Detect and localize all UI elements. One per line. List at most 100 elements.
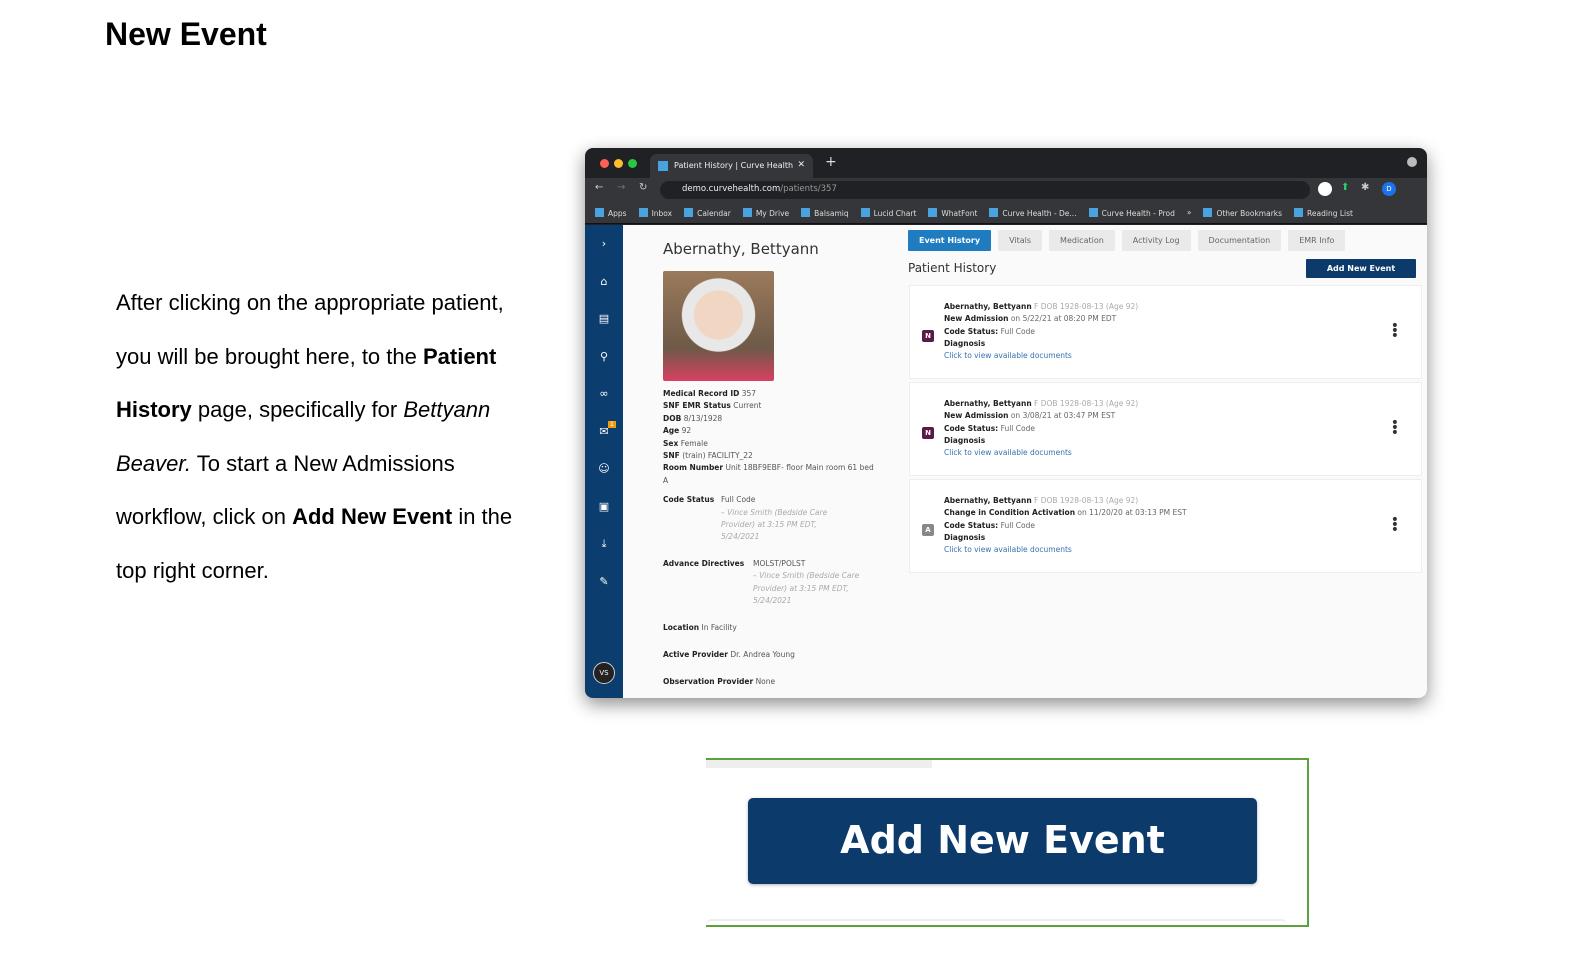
url-input[interactable]: demo.curvehealth.com/patients/357 — [660, 181, 1310, 199]
text-bold: Add New Event — [292, 504, 453, 530]
view-documents-link[interactable]: Click to view available documents — [944, 545, 1072, 554]
field-label: Observation Provider — [663, 677, 754, 687]
event-time: on 11/20/20 at 03:13 PM EST — [1077, 508, 1187, 518]
field-value: In Facility — [701, 622, 737, 632]
download-icon[interactable]: ⤓ — [585, 537, 623, 551]
reload-icon[interactable]: ↻ — [639, 182, 647, 193]
tab-event-history[interactable]: Event History — [908, 230, 992, 251]
field-label: SNF EMR Status — [663, 401, 731, 411]
patient-meta: F DOB 1928-08-13 (Age 92) — [1034, 399, 1139, 408]
more-options-icon[interactable]: • • • — [1391, 319, 1399, 343]
code-status-value: Full Code — [1000, 423, 1035, 433]
patient-field: Room Number Unit 18BF9EBF- floor Main ro… — [663, 462, 878, 487]
field-value: (train) FACILITY_22 — [682, 451, 753, 461]
divider — [706, 919, 1287, 925]
browser-tab[interactable]: Patient History | Curve Health ✕ — [650, 154, 813, 178]
favicon-icon — [658, 161, 668, 171]
home-icon[interactable]: ⌂ — [585, 275, 623, 288]
new-tab-icon[interactable]: + — [825, 154, 837, 170]
chevron-right-icon[interactable]: › — [585, 237, 623, 250]
event-card: N Abernathy, Bettyann F DOB 1928-08-13 (A… — [909, 382, 1422, 476]
tab-documentation[interactable]: Documentation — [1197, 230, 1282, 251]
user-avatar[interactable]: VS — [593, 662, 615, 684]
field-value: 357 — [741, 389, 757, 398]
bookmark-icon — [684, 207, 694, 217]
bookmark[interactable]: Balsamiq — [801, 207, 849, 218]
bookmark-label: Apps — [608, 208, 627, 218]
diagnosis-label: Diagnosis — [944, 532, 986, 542]
patient-name: Abernathy, Bettyann — [944, 302, 1032, 311]
bookmark[interactable]: Inbox — [638, 207, 673, 218]
patient-name: Abernathy, Bettyann — [944, 496, 1032, 505]
bookmark-icon — [742, 207, 752, 217]
back-icon[interactable]: ← — [595, 182, 603, 193]
calendar-icon[interactable]: ▣ — [585, 500, 623, 513]
patient-field: Age 92 — [663, 425, 878, 437]
bookmark[interactable]: Curve Health - De... — [989, 207, 1077, 218]
bookmark[interactable]: Curve Health - Prod — [1088, 207, 1175, 218]
field-note: – Vince Smith (Bedside Care Provider) at… — [753, 571, 860, 606]
event-type: Change in Condition Activation — [944, 508, 1076, 518]
bookmark[interactable]: » — [1187, 208, 1192, 217]
field-value: Female — [680, 438, 708, 448]
patient-field: SNF EMR Status Current — [663, 400, 878, 412]
divider — [706, 760, 932, 768]
bookmark-icon — [1294, 207, 1304, 217]
event-time: on 3/08/21 at 03:47 PM EST — [1010, 411, 1116, 421]
bookmark-icon — [801, 207, 811, 217]
bookmark-label: Curve Health - Prod — [1101, 208, 1175, 218]
tab-list: Event History Vitals Medication Activity Lo… — [908, 230, 1346, 251]
link-icon[interactable]: ∞ — [585, 387, 623, 400]
bookmark-label: Balsamiq — [814, 208, 849, 218]
menu-icon[interactable] — [1407, 157, 1417, 167]
view-documents-link[interactable]: Click to view available documents — [944, 351, 1072, 360]
instructions-paragraph: After clicking on the appropriate patien… — [116, 276, 536, 598]
event-type-badge: N — [922, 427, 934, 439]
bookmark-icon — [989, 207, 999, 217]
address-bar: ← → ↻ demo.curvehealth.com/patients/357 … — [585, 178, 1427, 202]
search-icon[interactable]: ⚲ — [585, 350, 623, 363]
add-new-event-button[interactable]: Add New Event — [1306, 259, 1416, 278]
more-options-icon[interactable]: • • • — [1391, 513, 1399, 537]
forward-icon[interactable]: → — [617, 182, 625, 193]
tab-bar: Patient History | Curve Health ✕ + — [585, 148, 1427, 178]
mail-icon[interactable]: ✉ 1 — [585, 420, 623, 438]
field-note: – Vince Smith (Bedside Care Provider) at… — [721, 507, 828, 542]
pin-icon[interactable]: ⬆ — [1341, 182, 1349, 193]
field-label: DOB — [663, 413, 682, 423]
bookmark[interactable]: Calendar — [684, 207, 731, 218]
code-status-label: Code Status: — [944, 520, 999, 530]
field-label: Medical Record ID — [663, 389, 740, 398]
bookmark[interactable]: Reading List — [1294, 207, 1353, 218]
url-path: /patients/357 — [780, 184, 837, 194]
tab-title: Patient History | Curve Health — [674, 161, 794, 170]
bookmark[interactable]: Apps — [595, 207, 627, 218]
bookmarks-bar: Apps Inbox Calendar My Drive Balsamiq Lucid C… — [585, 202, 1427, 224]
puzzle-icon[interactable]: ✱ — [1361, 182, 1369, 193]
bookmark[interactable]: Other Bookmarks — [1203, 207, 1282, 218]
tab-activity-log[interactable]: Activity Log — [1121, 230, 1191, 251]
field-label: Sex — [663, 438, 679, 448]
browser-screenshot: Patient History | Curve Health ✕ + ← → ↻ … — [585, 148, 1427, 698]
users-icon[interactable]: ☺ — [585, 462, 623, 475]
bookmark[interactable]: My Drive — [742, 207, 789, 218]
patient-name: Abernathy, Bettyann — [944, 399, 1032, 408]
bookmark[interactable]: WhatFont — [928, 207, 977, 218]
bookmark-label: Inbox — [651, 208, 673, 218]
more-options-icon[interactable]: • • • — [1391, 416, 1399, 440]
view-documents-link[interactable]: Click to view available documents — [944, 448, 1072, 457]
extension-icon[interactable] — [1318, 182, 1332, 196]
bookmark[interactable]: Lucid Chart — [860, 207, 916, 218]
tab-medication[interactable]: Medication — [1049, 230, 1115, 251]
edit-icon[interactable]: ✎ — [585, 575, 623, 588]
add-new-event-button-zoomed[interactable]: Add New Event — [748, 798, 1257, 884]
event-card: A Abernathy, Bettyann F DOB 1928-08-13 (A… — [909, 479, 1422, 573]
tab-vitals[interactable]: Vitals — [998, 230, 1043, 251]
bed-icon[interactable]: ▤ — [585, 312, 623, 325]
close-icon[interactable]: ✕ — [797, 160, 805, 170]
event-time: on 5/22/21 at 08:20 PM EDT — [1010, 314, 1117, 324]
tab-emr-info[interactable]: EMR Info — [1288, 230, 1346, 251]
field-value: None — [755, 677, 776, 687]
profile-avatar[interactable]: D — [1382, 182, 1396, 196]
event-type-badge: N — [922, 330, 934, 342]
